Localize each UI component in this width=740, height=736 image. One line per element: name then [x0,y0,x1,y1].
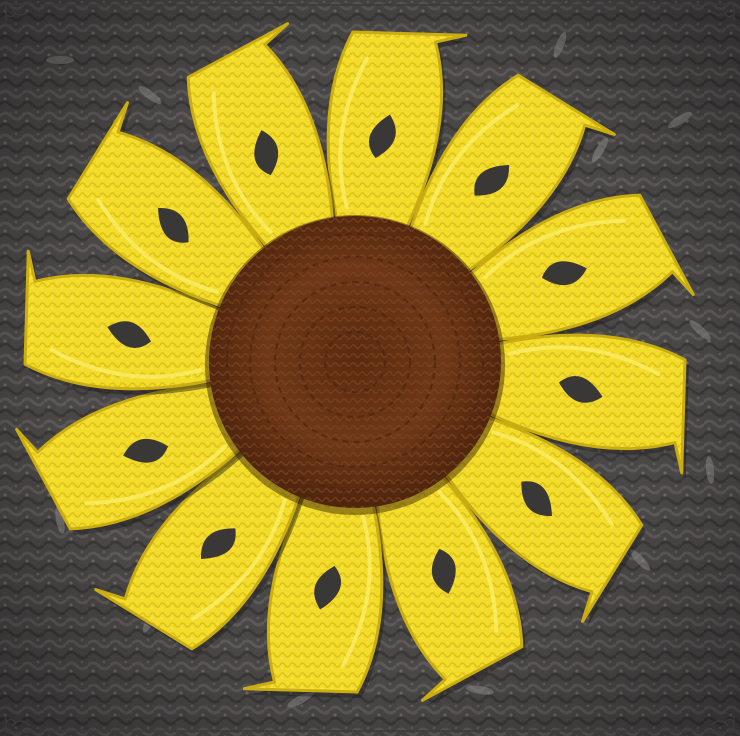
crochet-sunflower-photo [0,0,740,736]
flower-center [205,215,505,515]
photo-frame [0,0,740,736]
